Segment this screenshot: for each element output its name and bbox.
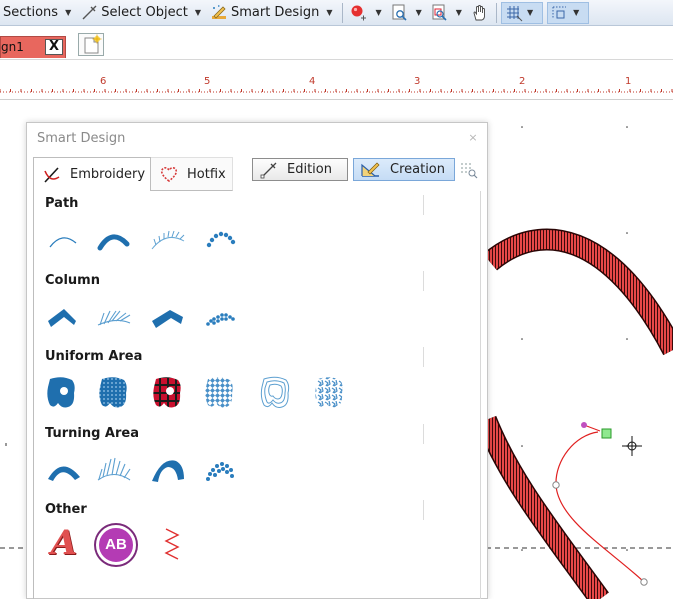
path-handle-point[interactable]: [581, 422, 587, 428]
hand-icon: [473, 4, 485, 20]
select-object-dropdown-icon[interactable]: ▼: [191, 8, 207, 17]
horizontal-ruler: 6 5 4 3 2 1: [0, 62, 673, 100]
section-divider: [423, 271, 424, 291]
text-icon[interactable]: A: [44, 523, 84, 563]
section-title-uniform-area: Uniform Area: [45, 349, 143, 364]
section-title-other: Other: [45, 502, 87, 517]
uniform-fill-icon[interactable]: [42, 373, 82, 413]
column-motif-icon[interactable]: [94, 297, 134, 337]
edition-label: Edition: [287, 162, 332, 177]
ruler-number: 5: [204, 76, 211, 87]
document-tab-bar: gn1 X: [0, 26, 673, 60]
satin-column-lower[interactable]: [477, 416, 608, 599]
edition-button[interactable]: Edition: [252, 158, 348, 181]
column-beads-icon[interactable]: [200, 297, 240, 337]
tab-embroidery-label: Embroidery: [70, 167, 146, 182]
tab-hotfix-label: Hotfix: [187, 166, 226, 182]
close-tab-button[interactable]: X: [45, 39, 63, 55]
panel-grid-options-icon[interactable]: [459, 161, 479, 179]
embroidery-needle-icon: [44, 166, 60, 183]
grid-icon: [506, 5, 523, 21]
monogram-icon[interactable]: AB: [96, 525, 136, 565]
path-start-point[interactable]: [601, 428, 612, 439]
uniform-contour-icon[interactable]: [256, 373, 296, 413]
zigzag-icon[interactable]: [152, 523, 192, 563]
pan-button[interactable]: [468, 2, 492, 24]
snap-button[interactable]: ▼: [547, 1, 590, 24]
tab-embroidery[interactable]: Embroidery: [33, 157, 151, 191]
document-tab[interactable]: gn1 X: [0, 36, 66, 58]
grid-dropdown-icon[interactable]: ▼: [523, 8, 539, 17]
crosshair-cursor-icon: [622, 436, 642, 456]
path-satin-icon[interactable]: [94, 221, 134, 261]
column-satin-icon[interactable]: [44, 297, 84, 337]
path-node[interactable]: [552, 481, 560, 489]
turning-motif-icon[interactable]: [94, 449, 134, 489]
creation-button[interactable]: Creation: [353, 158, 455, 181]
section-title-turning-area: Turning Area: [45, 426, 139, 441]
ruler-number: 3: [414, 76, 421, 87]
smart-design-button[interactable]: Smart Design: [207, 2, 322, 24]
smart-design-icon: [211, 4, 226, 19]
section-divider: [423, 195, 424, 215]
hotfix-heart-icon: [160, 167, 178, 183]
smart-design-panel: Smart Design × Embroidery Hotfix Edition…: [26, 122, 488, 599]
column-fill-icon[interactable]: [148, 297, 188, 337]
select-object-icon: [82, 5, 97, 19]
ruler-number: 1: [625, 76, 632, 87]
section-title-path: Path: [45, 196, 79, 211]
zoom-region-icon: [432, 4, 447, 21]
tab-hotfix[interactable]: Hotfix: [151, 157, 233, 191]
path-beads-icon[interactable]: [200, 221, 240, 261]
sections-button[interactable]: Sections: [0, 2, 61, 24]
point-tool-button[interactable]: [347, 2, 371, 24]
uniform-pattern-icon[interactable]: [94, 373, 134, 413]
panel-title: Smart Design: [37, 131, 126, 146]
document-tab-label: gn1: [1, 40, 24, 54]
select-object-label: Select Object: [101, 5, 188, 20]
path-running-icon[interactable]: [44, 221, 84, 261]
snap-grid-icon: [552, 6, 567, 19]
ruler-number: 4: [309, 76, 316, 87]
panel-close-button[interactable]: ×: [463, 129, 483, 147]
toolbar-separator: [495, 2, 497, 23]
path-end-node[interactable]: [640, 578, 648, 586]
grid-dots: [521, 126, 628, 551]
section-title-column: Column: [45, 273, 100, 288]
sections-label: Sections: [3, 5, 59, 20]
sections-dropdown-icon[interactable]: ▼: [61, 8, 77, 17]
zoom-page-icon: [392, 4, 407, 21]
grid-button[interactable]: ▼: [500, 1, 544, 24]
zoom-dropdown-icon[interactable]: ▼: [412, 8, 428, 17]
zoom-region-button[interactable]: [428, 2, 452, 24]
edition-icon: [260, 162, 277, 178]
red-point-icon: [351, 5, 367, 20]
section-divider: [423, 424, 424, 444]
new-document-icon: [84, 34, 102, 54]
main-toolbar: Sections ▼ Select Object ▼ Smart Design …: [0, 0, 673, 26]
turning-fill-icon[interactable]: [148, 449, 188, 489]
smart-design-dropdown-icon[interactable]: ▼: [322, 8, 338, 17]
uniform-tartan-icon[interactable]: [148, 373, 188, 413]
select-object-button[interactable]: Select Object: [77, 2, 191, 24]
turning-beads-icon[interactable]: [200, 449, 240, 489]
toolbar-separator: [342, 2, 344, 23]
section-divider: [423, 500, 424, 520]
zoom-region-dropdown-icon[interactable]: ▼: [452, 8, 468, 17]
ruler-number: 6: [100, 76, 107, 87]
panel-body: Path Column Uniform Area Turning Area Ot…: [33, 191, 481, 599]
creation-label: Creation: [390, 162, 446, 177]
path-motif-icon[interactable]: [148, 221, 188, 261]
point-tool-dropdown-icon[interactable]: ▼: [371, 8, 387, 17]
creation-icon: [361, 162, 380, 177]
new-document-button[interactable]: [78, 33, 104, 56]
ruler-number: 2: [519, 76, 526, 87]
snap-dropdown-icon[interactable]: ▼: [569, 8, 585, 17]
section-divider: [423, 347, 424, 367]
zoom-button[interactable]: [388, 2, 412, 24]
smart-design-label: Smart Design: [230, 5, 320, 20]
uniform-random-icon[interactable]: [310, 373, 350, 413]
turning-satin-icon[interactable]: [44, 449, 84, 489]
uniform-motif-icon[interactable]: [200, 373, 240, 413]
